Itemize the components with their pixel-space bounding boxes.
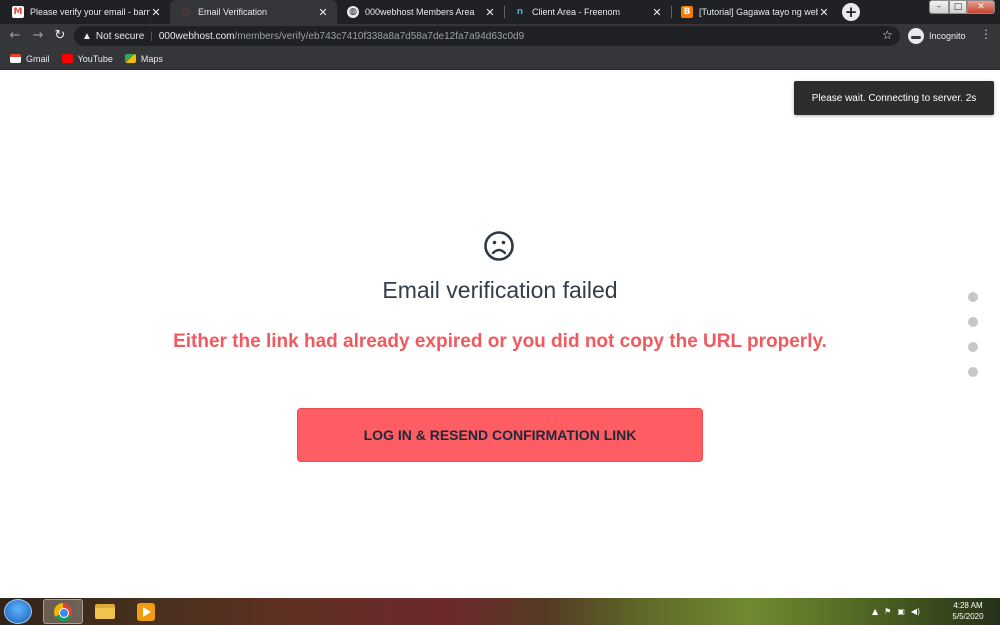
tab-tutorial[interactable]: B [Tutorial] Gagawa tayo ng websi ✕ <box>671 0 838 24</box>
close-tab-icon[interactable]: ✕ <box>150 6 162 19</box>
taskbar-media-player[interactable] <box>126 599 166 624</box>
bookmark-label: Gmail <box>26 53 50 64</box>
warning-icon[interactable]: ▲ <box>82 31 92 42</box>
close-tab-icon[interactable]: ✕ <box>317 6 329 19</box>
maximize-button[interactable]: □ <box>949 0 967 14</box>
minimize-button[interactable]: – <box>929 0 949 14</box>
network-icon[interactable]: ▣ <box>897 607 905 616</box>
address-bar[interactable]: ▲ Not secure | 000webhost.com/members/ve… <box>74 26 900 46</box>
freenom-icon: n <box>516 7 524 17</box>
incognito-icon <box>908 28 924 44</box>
divider: | <box>150 30 153 42</box>
clock-date: 5/5/2020 <box>952 612 984 621</box>
file-explorer-icon <box>95 604 115 619</box>
bookmark-label: YouTube <box>77 53 113 64</box>
page-content: Please wait. Connecting to server. 2s Em… <box>0 71 1000 598</box>
system-tray: ▲ ⚑ ▣ ◀) <box>872 598 926 625</box>
connection-toast: Please wait. Connecting to server. 2s <box>794 81 994 115</box>
volume-icon[interactable]: ◀) <box>911 607 920 616</box>
tab-strip: M Please verify your email - barry1 ✕ ◌ … <box>0 0 1000 24</box>
taskbar-file-explorer[interactable] <box>85 599 125 624</box>
slide-dot[interactable] <box>968 342 978 352</box>
tab-gmail[interactable]: M Please verify your email - barry1 ✕ <box>2 0 170 24</box>
taskbar-chrome[interactable] <box>43 599 83 624</box>
bookmark-label: Maps <box>140 53 163 64</box>
chrome-icon <box>54 602 72 621</box>
000webhost-icon: ◌ <box>182 7 190 17</box>
menu-kebab-icon[interactable]: · · · <box>982 25 990 44</box>
reload-icon[interactable]: ↻ <box>52 28 68 44</box>
tab-title: 000webhost Members Area <box>365 7 475 17</box>
tab-title: [Tutorial] Gagawa tayo ng websi <box>699 7 818 17</box>
maps-icon <box>124 54 136 63</box>
bookmarks-bar: Gmail YouTube Maps <box>0 48 1000 70</box>
incognito-indicator[interactable]: Incognito <box>908 28 966 44</box>
login-resend-button[interactable]: LOG IN & RESEND CONFIRMATION LINK <box>297 408 703 462</box>
tab-000webhost-members[interactable]: ◍ 000webhost Members Area ✕ <box>337 0 504 24</box>
url-path: /members/verify/eb743c7410f338a8a7d58a7d… <box>234 30 525 42</box>
tab-title: Please verify your email - barry1 <box>30 7 150 17</box>
tab-freenom[interactable]: n Client Area - Freenom ✕ <box>504 0 671 24</box>
clock-time: 4:28 AM <box>953 601 983 610</box>
flag-icon[interactable]: ⚑ <box>884 607 891 616</box>
globe-icon: ◍ <box>347 6 359 18</box>
close-tab-icon[interactable]: ✕ <box>484 6 496 19</box>
slide-dot[interactable] <box>968 292 978 302</box>
back-arrow-icon[interactable]: ← <box>7 28 23 44</box>
taskbar-clock[interactable]: 4:28 AM 5/5/2020 <box>946 600 990 622</box>
sad-face-icon <box>484 231 514 261</box>
close-window-button[interactable]: ✕ <box>967 0 995 14</box>
url-host: 000webhost.com <box>158 30 235 42</box>
media-player-icon <box>137 602 155 621</box>
slide-dot[interactable] <box>968 367 978 377</box>
forward-arrow-icon[interactable]: → <box>30 28 46 44</box>
start-button-icon[interactable] <box>4 599 32 624</box>
error-message: Either the link had already expired or y… <box>173 331 827 352</box>
bookmark-gmail[interactable]: Gmail <box>10 54 50 64</box>
slide-dot[interactable] <box>968 317 978 327</box>
windows-taskbar: ▲ ⚑ ▣ ◀) 4:28 AM 5/5/2020 <box>0 598 1000 625</box>
gmail-icon <box>10 54 21 63</box>
tab-email-verification[interactable]: ◌ Email Verification ✕ <box>170 0 337 24</box>
tab-title: Email Verification <box>198 7 268 17</box>
incognito-label: Incognito <box>929 31 966 41</box>
show-hidden-icons-icon[interactable]: ▲ <box>872 607 878 616</box>
bookmark-star-icon[interactable]: ☆ <box>882 28 893 42</box>
slide-pagination <box>968 292 978 392</box>
youtube-icon <box>61 54 73 63</box>
bookmark-youtube[interactable]: YouTube <box>61 53 113 64</box>
tab-title: Client Area - Freenom <box>532 7 621 17</box>
bookmark-maps[interactable]: Maps <box>124 53 163 64</box>
close-tab-icon[interactable]: ✕ <box>651 6 663 19</box>
close-tab-icon[interactable]: ✕ <box>818 6 830 19</box>
browser-toolbar: ← → ↻ ▲ Not secure | 000webhost.com/memb… <box>0 24 1000 48</box>
security-status[interactable]: Not secure <box>96 31 144 42</box>
blogger-icon: B <box>681 6 693 18</box>
new-tab-button[interactable]: + <box>842 3 860 21</box>
page-title: Email verification failed <box>382 277 618 303</box>
gmail-icon: M <box>12 6 24 18</box>
